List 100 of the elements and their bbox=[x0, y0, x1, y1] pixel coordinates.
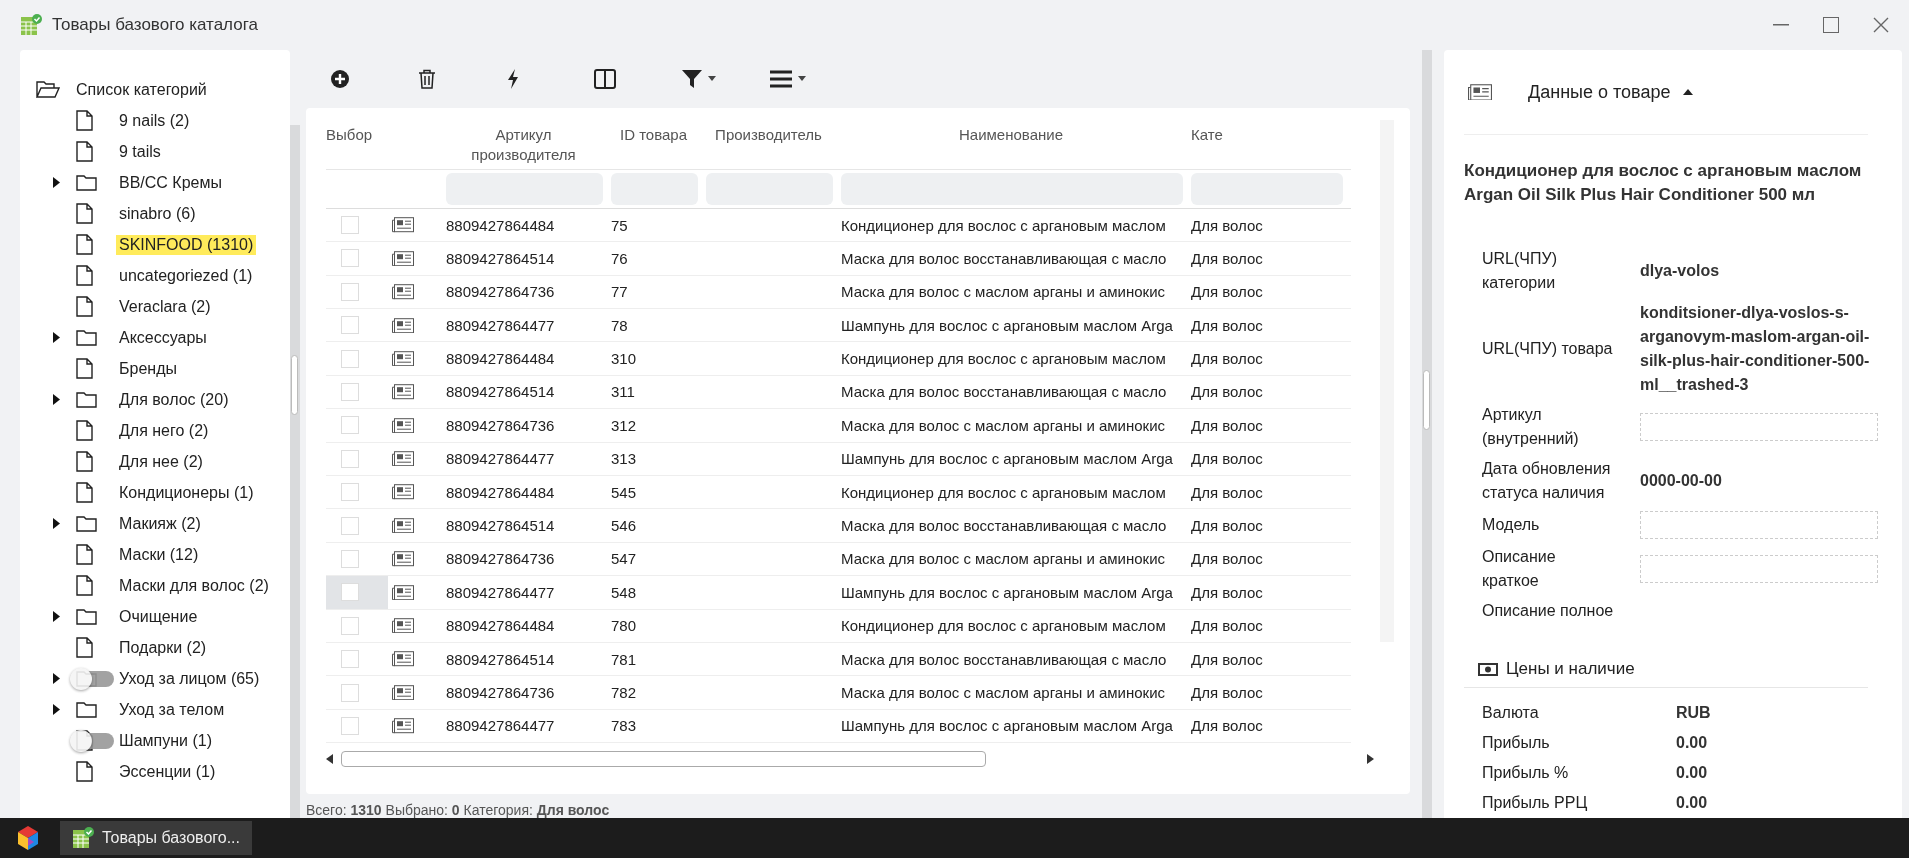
table-cell: Для волос bbox=[1191, 542, 1351, 577]
price-value: 0.00 bbox=[1676, 733, 1709, 753]
section-toggle[interactable]: Данные о товаре bbox=[1528, 81, 1693, 103]
taskbar-button[interactable]: Товары базового... bbox=[60, 821, 252, 855]
tree-item[interactable]: Подарки (2) bbox=[116, 637, 210, 658]
table-cell: 8809427864484 bbox=[446, 208, 611, 243]
tree-item[interactable]: Аксессуары bbox=[116, 327, 210, 348]
table-cell: Для волос bbox=[1191, 609, 1351, 643]
tree-item[interactable]: sinabro (6) bbox=[116, 203, 199, 224]
table-cell: Шампунь для вослос с аргановым маслом Arga bbox=[841, 442, 1191, 476]
table-cell: 313 bbox=[611, 442, 706, 476]
tree-item[interactable]: Очищение bbox=[116, 606, 201, 627]
table-cell: Для волос bbox=[1191, 275, 1351, 309]
table-cell: 76 bbox=[611, 242, 706, 276]
price-value: 0.00 bbox=[1676, 793, 1709, 813]
table-cell: Для волос bbox=[1191, 375, 1351, 410]
tree-item[interactable]: BB/CC Кремы bbox=[116, 172, 225, 193]
table-cell: 8809427864514 bbox=[446, 375, 611, 410]
tree-item[interactable]: uncategoriezed (1) bbox=[116, 265, 256, 286]
table-cell: Для волос bbox=[1191, 208, 1351, 243]
property-label: URL(ЧПУ) категории bbox=[1482, 249, 1558, 293]
property-value: dlya-volos bbox=[1640, 261, 1721, 281]
table-cell: Для волос bbox=[1191, 309, 1351, 343]
product-title: Кондиционер для вослос с аргановым маслом Argan Oil Silk Plus Hair Conditioner 500 мл bbox=[1464, 160, 1863, 206]
table-cell: Кондиционер для вослос с аргановым маслом bbox=[841, 208, 1191, 243]
table-cell: 546 bbox=[611, 509, 706, 543]
table-cell: 8809427864514 bbox=[446, 242, 611, 276]
table-cell: Маска для волос восстанавливающая с масло bbox=[841, 242, 1191, 276]
tree-item[interactable]: Шампуни (1) bbox=[116, 730, 215, 751]
tree-item[interactable]: Кондиционеры (1) bbox=[116, 482, 257, 503]
tree-item[interactable]: Veraclara (2) bbox=[116, 296, 214, 317]
table-cell: Для волос bbox=[1191, 676, 1351, 710]
tree-item[interactable]: Для нее (2) bbox=[116, 451, 206, 472]
table-cell: 78 bbox=[611, 309, 706, 343]
table-cell: Маска для волос восстанавливающая с масло bbox=[841, 509, 1191, 543]
tree-item[interactable]: 9 nails (2) bbox=[116, 110, 193, 131]
table-cell: 545 bbox=[611, 475, 706, 510]
tree-item[interactable]: 9 tails bbox=[116, 141, 164, 162]
table-cell: 547 bbox=[611, 542, 706, 577]
table-cell: 782 bbox=[611, 676, 706, 710]
column-header[interactable]: Кате bbox=[1191, 119, 1351, 170]
table-cell: 8809427864736 bbox=[446, 275, 611, 309]
table-cell: 781 bbox=[611, 642, 706, 677]
table-cell: 311 bbox=[611, 375, 706, 410]
table-cell: Маска для волос с маслом арганы и аминокис bbox=[841, 542, 1191, 577]
table-cell: 8809427864477 bbox=[446, 442, 611, 476]
table-cell: Шампунь для вослос с аргановым маслом Arga bbox=[841, 576, 1191, 610]
table-cell: Для волос bbox=[1191, 409, 1351, 443]
table-cell: 548 bbox=[611, 576, 706, 610]
price-label: Прибыль bbox=[1482, 733, 1551, 753]
section-title: Цены и наличие bbox=[1506, 659, 1635, 679]
property-value: konditsioner-dlya-voslos-s-arganovym-maslom-argan-oil-silk-plus-hair-conditioner-500-ml__trashed-3 bbox=[1640, 303, 1871, 395]
table-cell: Для волос bbox=[1191, 475, 1351, 510]
tree-item[interactable]: SKINFOOD (1310) bbox=[116, 234, 257, 255]
price-value: RUB bbox=[1676, 703, 1712, 723]
table-cell: 8809427864736 bbox=[446, 542, 611, 577]
table-cell: 8809427864477 bbox=[446, 709, 611, 744]
tree-item[interactable]: Уход за лицом (65) bbox=[116, 668, 263, 689]
property-label: Дата обновления статуса наличия bbox=[1482, 459, 1612, 503]
table-cell: 780 bbox=[611, 609, 706, 643]
column-header[interactable]: Выбор bbox=[326, 119, 388, 170]
price-label: Валюта bbox=[1482, 703, 1540, 723]
column-header[interactable]: Производитель bbox=[706, 119, 841, 170]
property-label: Описание полное bbox=[1482, 601, 1615, 621]
table-cell: 8809427864514 bbox=[446, 509, 611, 543]
table-cell: Маска для волос с маслом арганы и аминокис bbox=[841, 275, 1191, 309]
property-label: Модель bbox=[1482, 515, 1541, 535]
column-header[interactable]: ID товара bbox=[611, 119, 706, 170]
table-cell: 8809427864736 bbox=[446, 676, 611, 710]
tree-item[interactable]: Уход за телом bbox=[116, 699, 228, 720]
table-cell: 8809427864514 bbox=[446, 642, 611, 677]
table-cell: 75 bbox=[611, 208, 706, 243]
tree-item[interactable]: Макияж (2) bbox=[116, 513, 204, 534]
table-cell: Кондиционер для вослос с аргановым маслом bbox=[841, 609, 1191, 643]
table-cell: 8809427864484 bbox=[446, 475, 611, 510]
table-cell: 8809427864484 bbox=[446, 609, 611, 643]
table-cell: Шампунь для вослос с аргановым маслом Arga bbox=[841, 709, 1191, 744]
table-cell: Для волос bbox=[1191, 576, 1351, 610]
table-cell: 8809427864477 bbox=[446, 576, 611, 610]
table-cell: Для волос bbox=[1191, 242, 1351, 276]
column-header[interactable]: Наименование bbox=[841, 119, 1191, 170]
table-cell: Шампунь для вослос с аргановым маслом Arga bbox=[841, 309, 1191, 343]
tree-item[interactable]: Эссенции (1) bbox=[116, 761, 219, 782]
table-cell: 310 bbox=[611, 342, 706, 376]
tree-item[interactable]: Бренды bbox=[116, 358, 180, 379]
table-cell: 312 bbox=[611, 409, 706, 443]
tree-item[interactable]: Маски (12) bbox=[116, 544, 202, 565]
table-cell: 783 bbox=[611, 709, 706, 744]
table-cell: 77 bbox=[611, 275, 706, 309]
tree-root-label[interactable]: Список категорий bbox=[76, 80, 207, 99]
table-cell: Для волос bbox=[1191, 642, 1351, 677]
tree-item[interactable]: Маски для волос (2) bbox=[116, 575, 272, 596]
price-label: Прибыль РРЦ bbox=[1482, 793, 1589, 813]
tree-item[interactable]: Для волос (20) bbox=[116, 389, 232, 410]
table-cell: Для волос bbox=[1191, 509, 1351, 543]
column-header[interactable]: Артикул производителя bbox=[446, 119, 611, 170]
table-cell: Маска для волос с маслом арганы и аминокис bbox=[841, 676, 1191, 710]
table-cell: 8809427864477 bbox=[446, 309, 611, 343]
table-cell: Кондиционер для вослос с аргановым маслом bbox=[841, 342, 1191, 376]
tree-item[interactable]: Для него (2) bbox=[116, 420, 212, 441]
